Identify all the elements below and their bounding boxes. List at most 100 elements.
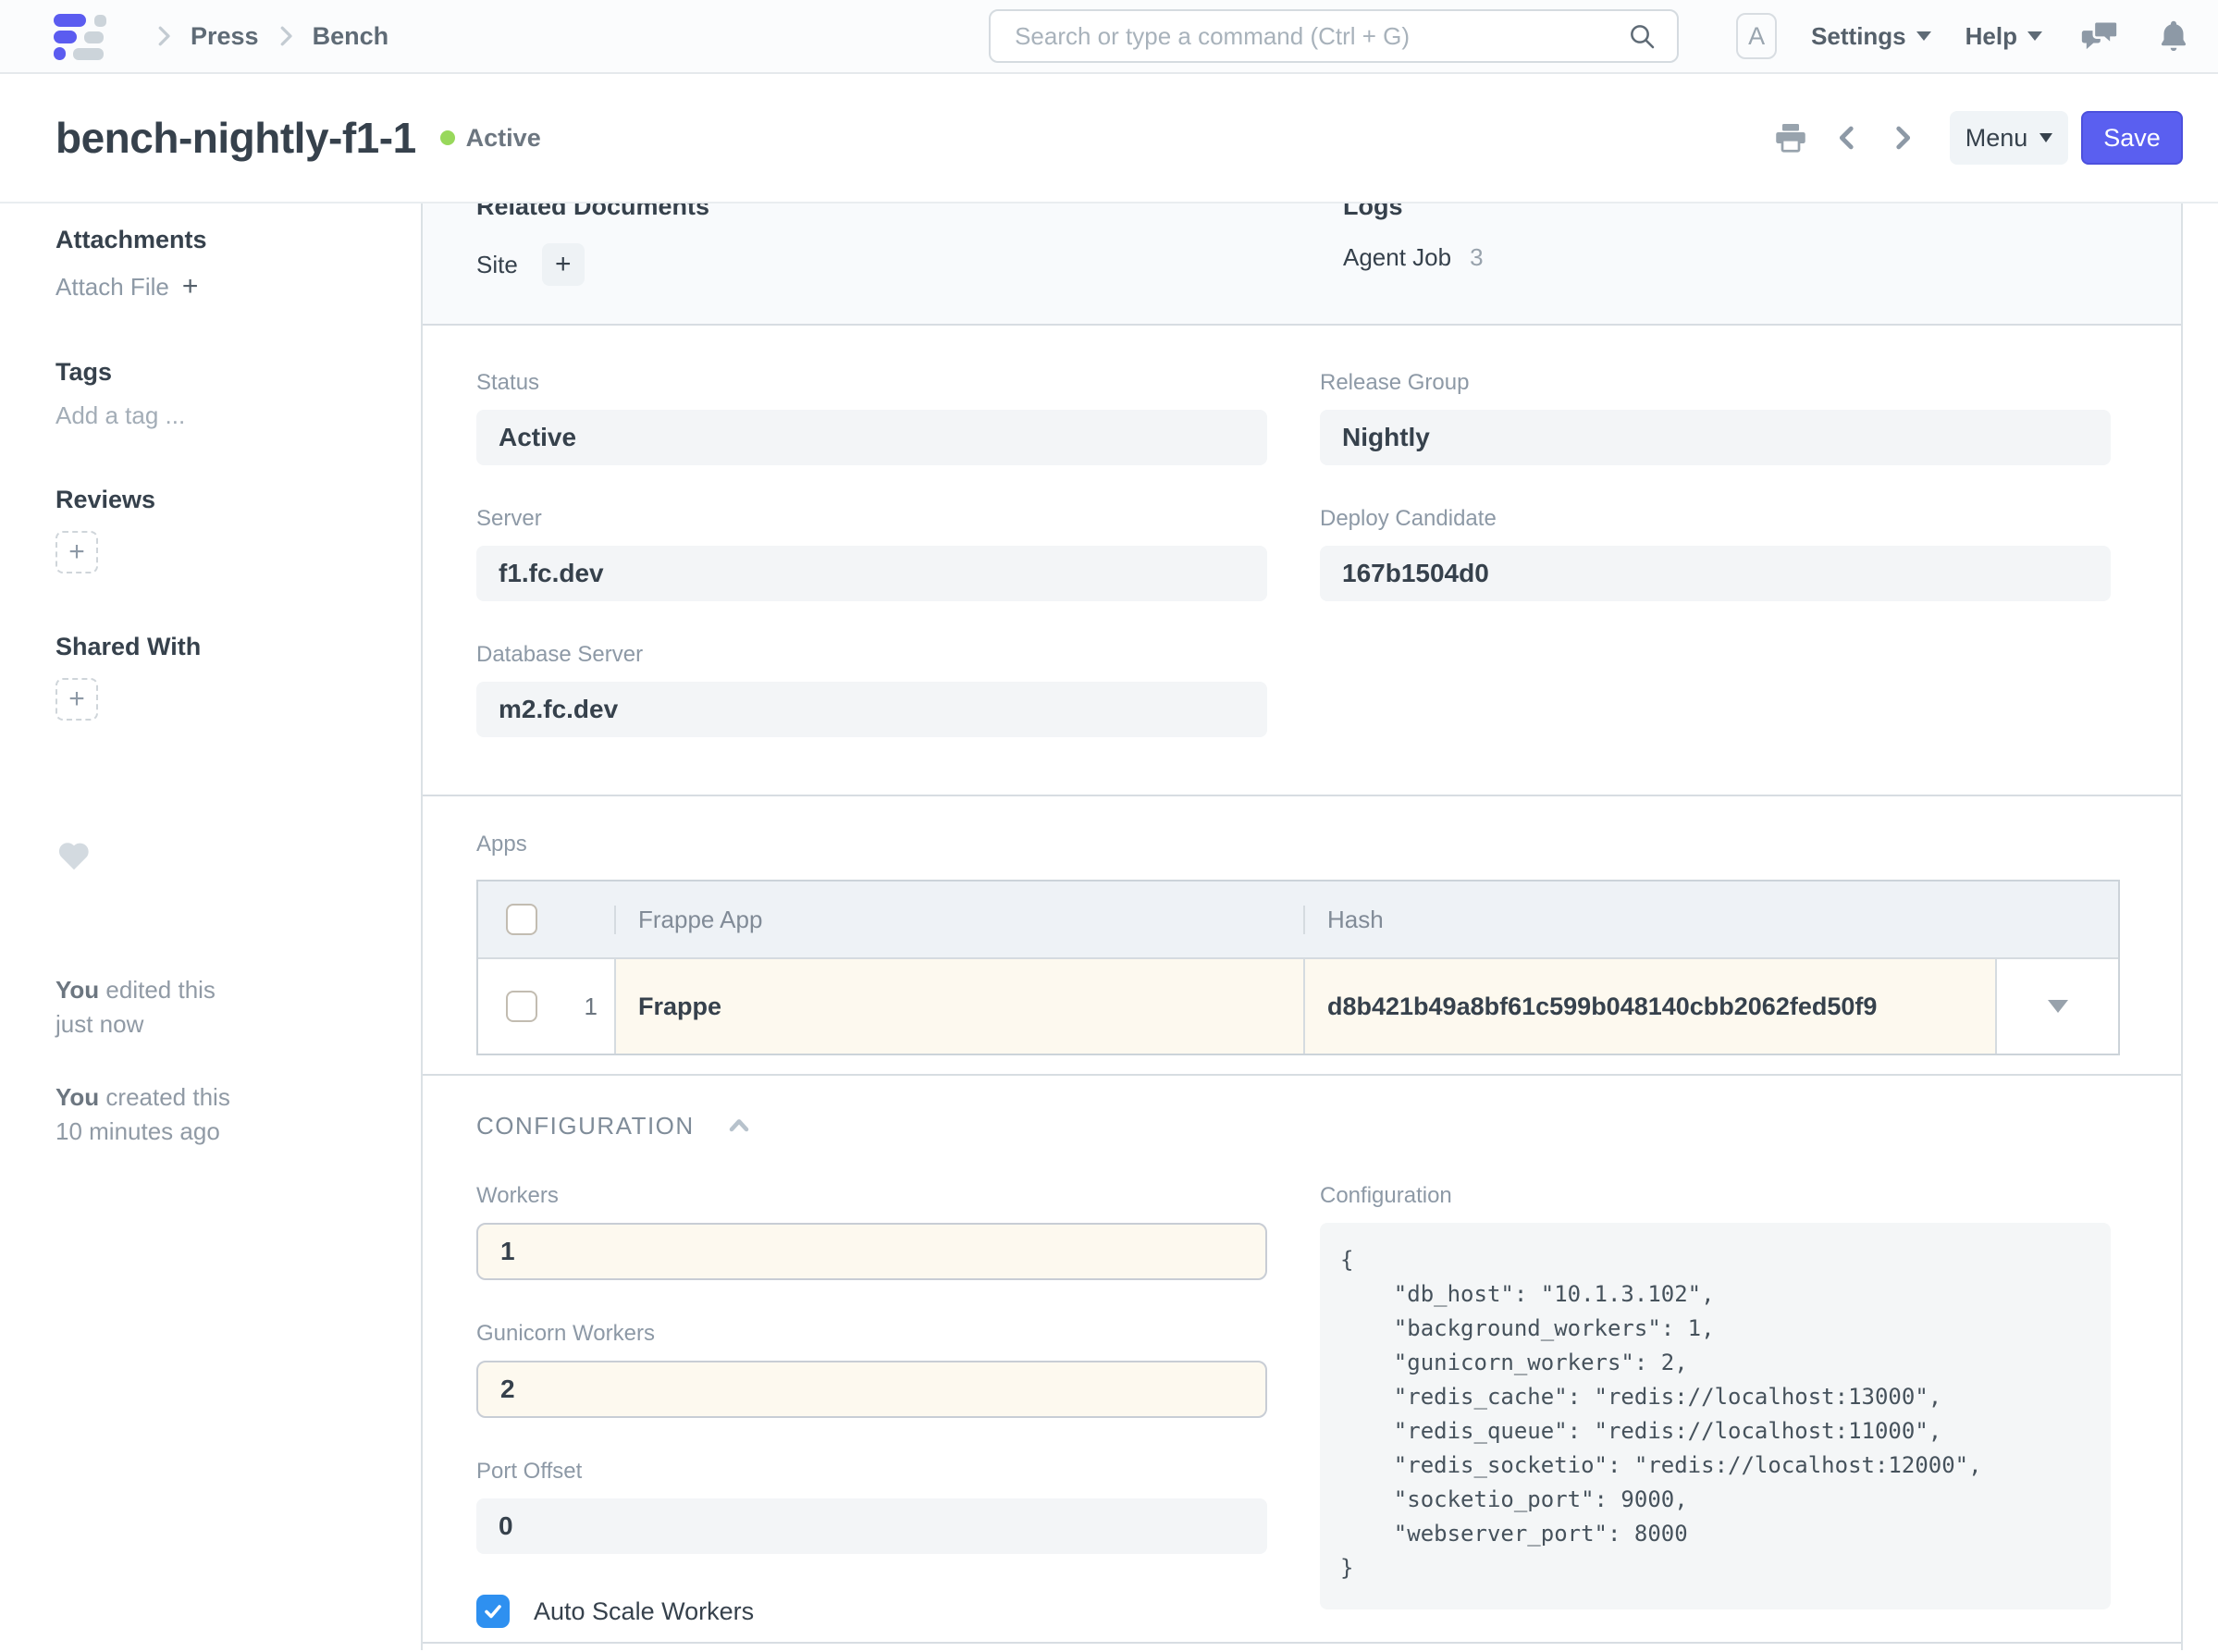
caret-down-icon bbox=[1916, 31, 1931, 41]
page-header: bench-nightly-f1-1 Active Menu Save bbox=[0, 74, 2218, 203]
database-server-label: Database Server bbox=[476, 642, 1267, 668]
auto-scale-workers-field: Auto Scale Workers bbox=[476, 1595, 1267, 1628]
help-label: Help bbox=[1965, 22, 2017, 51]
shared-with-heading: Shared With bbox=[55, 633, 393, 661]
status-dot-icon bbox=[440, 130, 455, 145]
created-who: You bbox=[55, 1083, 99, 1111]
configuration-json-code: { "db_host": "10.1.3.102", "background_w… bbox=[1320, 1223, 2111, 1609]
row-expand-icon[interactable] bbox=[2048, 1000, 2068, 1013]
port-offset-label: Port Offset bbox=[476, 1459, 1267, 1485]
auto-scale-workers-checkbox[interactable] bbox=[476, 1595, 510, 1628]
related-documents-section: Related Documents Site + bbox=[476, 203, 1343, 324]
attach-file-label: Attach File bbox=[55, 273, 169, 302]
status-indicator-label: Active bbox=[466, 124, 541, 153]
server-field: Server f1.fc.dev bbox=[476, 506, 1267, 601]
status-label: Status bbox=[476, 370, 1267, 396]
auto-scale-workers-label: Auto Scale Workers bbox=[534, 1597, 754, 1626]
navbar: Press Bench A Settings Help bbox=[0, 0, 2218, 74]
server-input[interactable]: f1.fc.dev bbox=[476, 546, 1267, 601]
content-area: Attachments Attach File + Tags Add a tag… bbox=[0, 203, 2218, 1650]
apps-label: Apps bbox=[476, 832, 2181, 857]
user-avatar[interactable]: A bbox=[1736, 13, 1777, 59]
site-link[interactable]: Site bbox=[476, 251, 518, 279]
release-group-field: Release Group Nightly bbox=[1320, 370, 2111, 465]
configuration-section-toggle[interactable]: CONFIGURATION bbox=[476, 1111, 2111, 1140]
add-site-button[interactable]: + bbox=[542, 243, 585, 286]
prev-document-icon[interactable] bbox=[1831, 122, 1863, 154]
chat-icon[interactable] bbox=[2079, 18, 2120, 55]
document-timeline: You edited this just now You created thi… bbox=[55, 973, 393, 1149]
breadcrumb-press[interactable]: Press bbox=[191, 22, 259, 51]
breadcrumb-bench[interactable]: Bench bbox=[313, 22, 389, 51]
apps-grid-header: Frappe App Hash bbox=[478, 881, 2118, 957]
workers-field: Workers 1 bbox=[476, 1183, 1267, 1280]
logs-heading: Logs bbox=[1343, 203, 1484, 221]
row-checkbox[interactable] bbox=[506, 991, 537, 1022]
port-offset-field: Port Offset 0 bbox=[476, 1459, 1267, 1554]
attach-file-button[interactable]: Attach File + bbox=[55, 271, 393, 302]
print-icon[interactable] bbox=[1774, 122, 1807, 154]
workers-input[interactable]: 1 bbox=[476, 1223, 1267, 1280]
configuration-section: CONFIGURATION Workers 1 Gunicorn Workers… bbox=[423, 1076, 2181, 1644]
form-dashboard: Related Documents Site + Logs Agent Job … bbox=[423, 203, 2181, 326]
add-review-button[interactable]: + bbox=[55, 531, 98, 573]
navbar-right: A Settings Help bbox=[1736, 13, 2190, 59]
edited-when: just now bbox=[55, 1007, 393, 1042]
created-when: 10 minutes ago bbox=[55, 1115, 393, 1149]
database-server-input[interactable]: m2.fc.dev bbox=[476, 682, 1267, 737]
settings-label: Settings bbox=[1811, 22, 1906, 51]
app-logo-icon[interactable] bbox=[54, 14, 102, 58]
apps-grid: Frappe App Hash 1 Frappe d8b421b49a8bf61… bbox=[476, 880, 2120, 1055]
next-document-icon[interactable] bbox=[1887, 122, 1918, 154]
workers-label: Workers bbox=[476, 1183, 1267, 1209]
menu-button[interactable]: Menu bbox=[1950, 111, 2068, 165]
add-share-button[interactable]: + bbox=[55, 678, 98, 721]
page-title: bench-nightly-f1-1 bbox=[55, 113, 416, 163]
frappe-app-cell[interactable]: Frappe bbox=[638, 992, 721, 1021]
configuration-right-column: Configuration { "db_host": "10.1.3.102",… bbox=[1320, 1183, 2111, 1642]
agent-job-count: 3 bbox=[1470, 243, 1483, 272]
select-all-checkbox[interactable] bbox=[506, 904, 537, 935]
search-icon[interactable] bbox=[1627, 21, 1657, 51]
gunicorn-workers-field: Gunicorn Workers 2 bbox=[476, 1321, 1267, 1418]
table-row: 1 Frappe d8b421b49a8bf61c599b048140cbb20… bbox=[478, 957, 2118, 1054]
plus-icon: + bbox=[555, 249, 572, 280]
deploy-candidate-label: Deploy Candidate bbox=[1320, 506, 2111, 532]
settings-menu[interactable]: Settings bbox=[1811, 22, 1931, 51]
reviews-heading: Reviews bbox=[55, 486, 393, 514]
edited-info: You edited this just now bbox=[55, 973, 393, 1042]
hash-cell[interactable]: d8b421b49a8bf61c599b048140cbb2062fed50f9 bbox=[1327, 992, 1877, 1021]
gunicorn-workers-label: Gunicorn Workers bbox=[476, 1321, 1267, 1347]
breadcrumb: Press Bench bbox=[150, 22, 388, 51]
save-button[interactable]: Save bbox=[2081, 111, 2183, 165]
configuration-left-column: Workers 1 Gunicorn Workers 2 Port Offset… bbox=[476, 1183, 1267, 1642]
status-input[interactable]: Active bbox=[476, 410, 1267, 465]
release-group-input[interactable]: Nightly bbox=[1320, 410, 2111, 465]
deploy-candidate-input[interactable]: 167b1504d0 bbox=[1320, 546, 2111, 601]
status-field: Status Active bbox=[476, 370, 1267, 465]
notifications-bell-icon[interactable] bbox=[2157, 18, 2190, 55]
frappe-app-column-header: Frappe App bbox=[638, 906, 762, 934]
hash-column-header: Hash bbox=[1327, 906, 1384, 934]
agent-job-link[interactable]: Agent Job bbox=[1343, 243, 1451, 272]
add-tag-button[interactable]: Add a tag ... bbox=[55, 401, 393, 430]
search-input[interactable] bbox=[1015, 22, 1627, 51]
gunicorn-workers-input[interactable]: 2 bbox=[476, 1361, 1267, 1418]
like-heart-icon[interactable] bbox=[55, 839, 92, 877]
status-indicator: Active bbox=[440, 124, 541, 153]
plus-icon: + bbox=[68, 536, 85, 568]
deploy-candidate-field: Deploy Candidate 167b1504d0 bbox=[1320, 506, 2111, 601]
apps-section: Apps Frappe App Hash 1 Frappe bbox=[423, 796, 2181, 1076]
server-label: Server bbox=[476, 506, 1267, 532]
attachments-heading: Attachments bbox=[55, 226, 393, 254]
plus-icon: + bbox=[68, 684, 85, 715]
chevron-right-icon bbox=[272, 22, 300, 50]
tags-heading: Tags bbox=[55, 358, 393, 387]
details-section: Status Active Release Group Nightly Serv… bbox=[423, 326, 2181, 796]
port-offset-input[interactable]: 0 bbox=[476, 1498, 1267, 1554]
form-body: Related Documents Site + Logs Agent Job … bbox=[421, 203, 2183, 1650]
chevron-up-icon bbox=[724, 1111, 754, 1140]
release-group-label: Release Group bbox=[1320, 370, 2111, 396]
save-button-label: Save bbox=[2103, 124, 2161, 153]
help-menu[interactable]: Help bbox=[1965, 22, 2042, 51]
